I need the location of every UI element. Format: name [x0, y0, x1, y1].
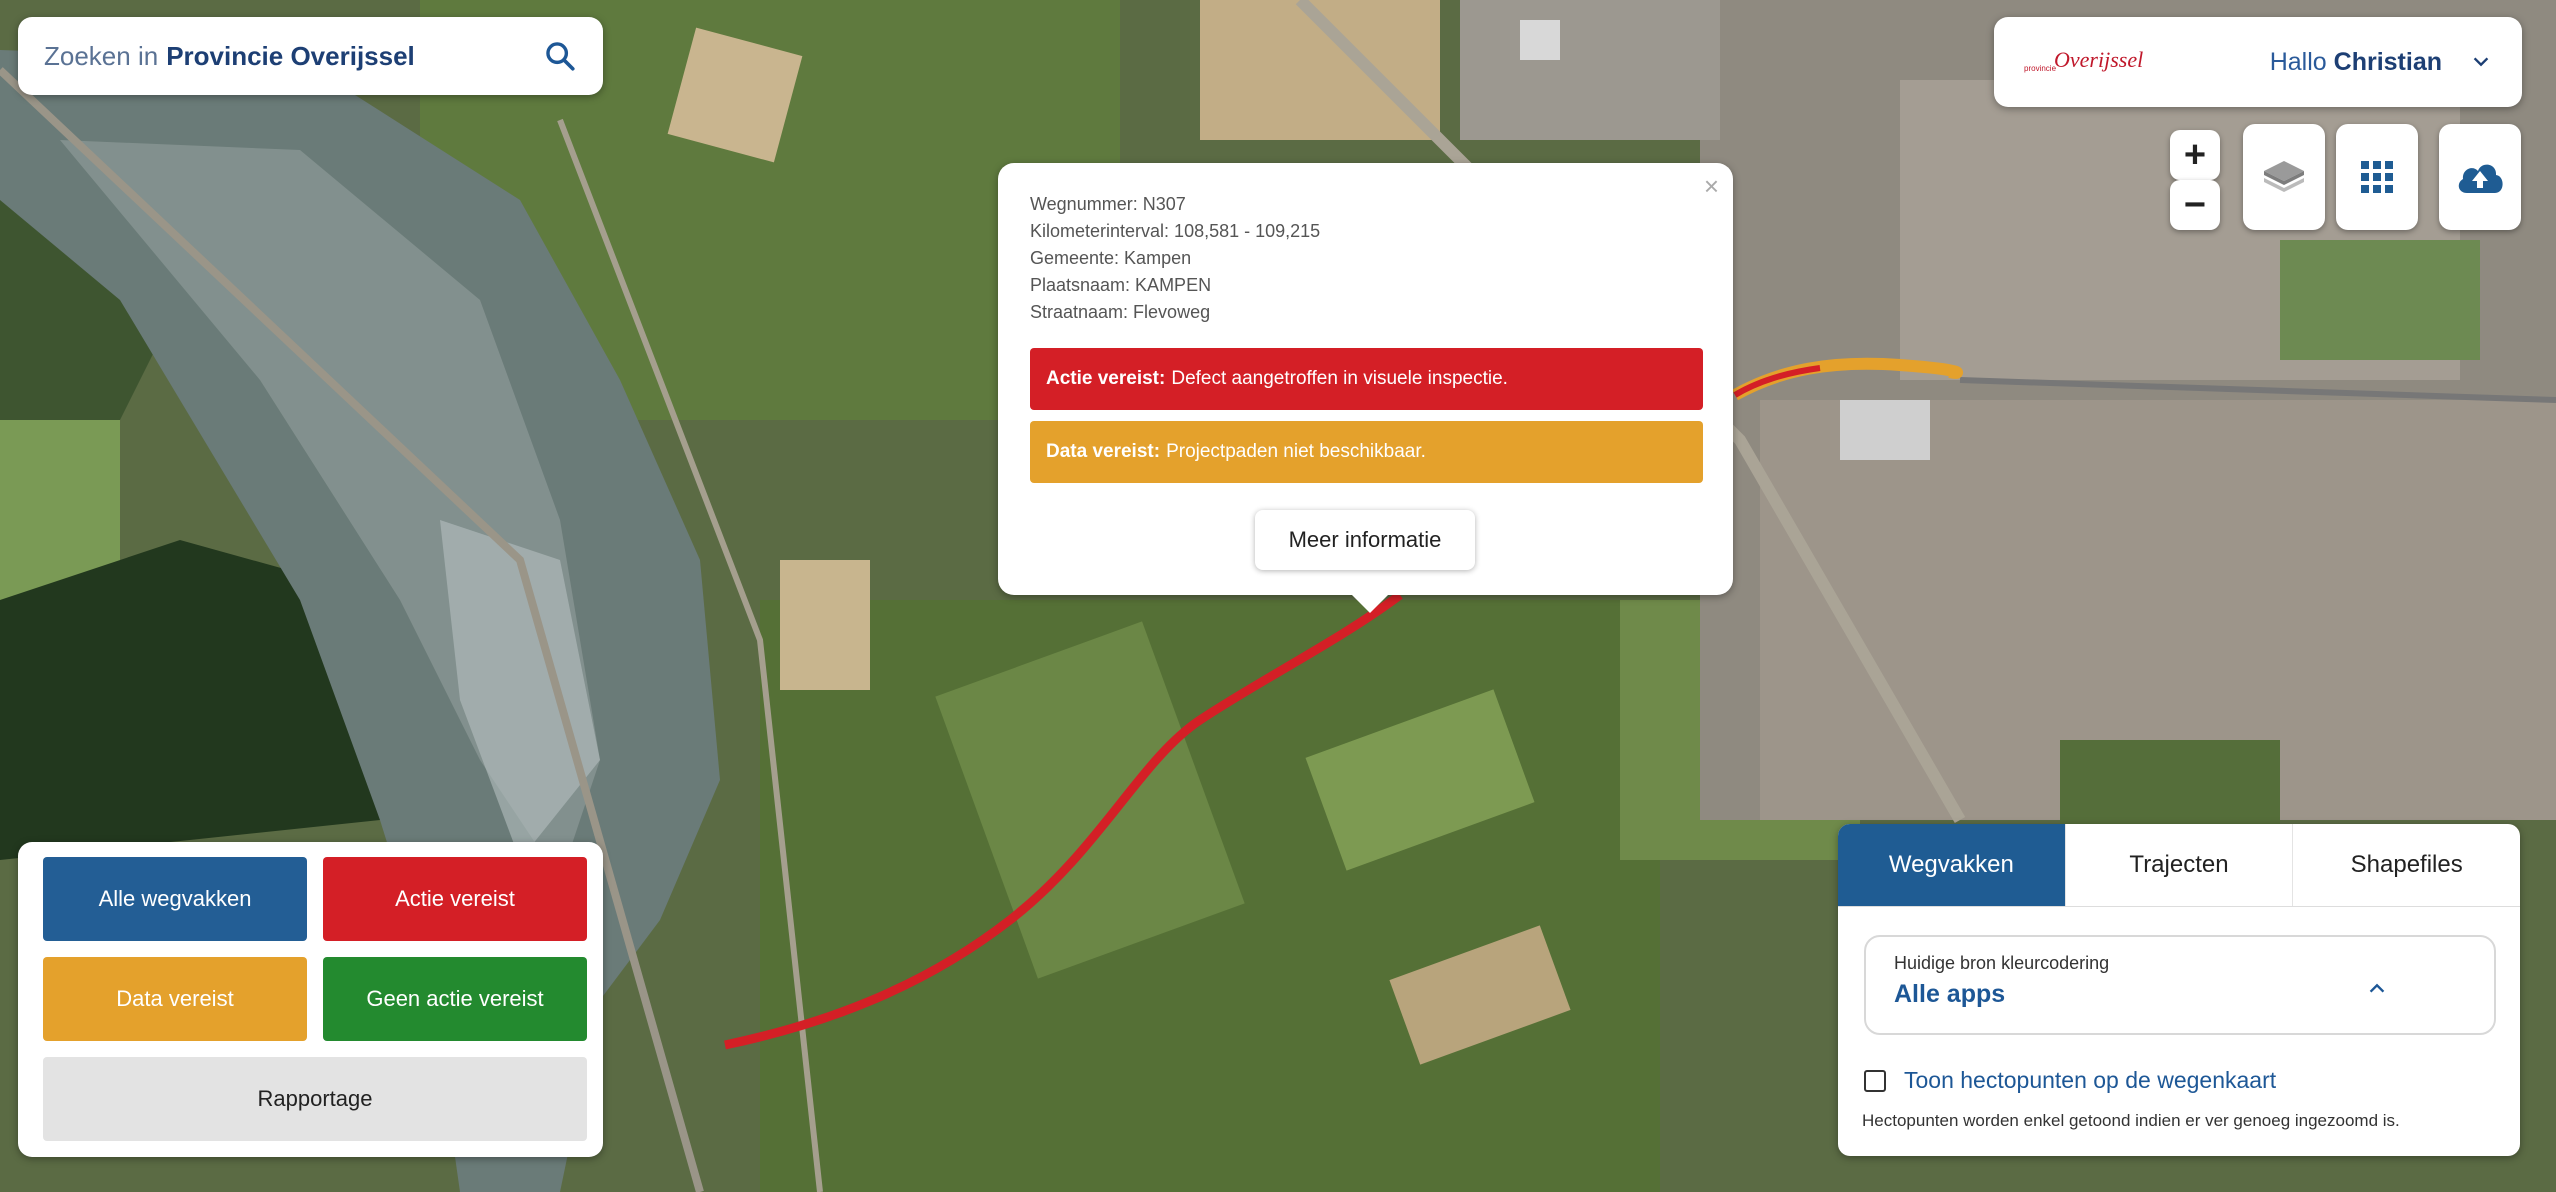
chevron-up-icon[interactable] [2366, 977, 2388, 999]
legend-filter-panel: Alle wegvakken Actie vereist Data vereis… [18, 842, 603, 1157]
tab-wegvakken[interactable]: Wegvakken [1838, 824, 2066, 906]
search-icon[interactable] [543, 39, 577, 73]
hectopoints-checkbox[interactable] [1864, 1069, 1886, 1092]
overijssel-logo: provincie Overijssel [2024, 42, 2149, 82]
layers-button[interactable] [2243, 124, 2325, 230]
apps-grid-icon [2361, 161, 2393, 193]
search-bar[interactable]: Zoeken in Provincie Overijssel [18, 17, 603, 95]
hectopoints-note: Hectopunten worden enkel getoond indien … [1862, 1111, 2400, 1130]
popup-municipality: Gemeente: Kampen [1030, 248, 1192, 268]
alert-data-required: Data vereist: Projectpaden niet beschikb… [1030, 421, 1703, 483]
alert-action-required: Actie vereist: Defect aangetroffen in vi… [1030, 348, 1703, 410]
color-source-select[interactable]: Huidige bron kleurcodering Alle apps [1864, 935, 2496, 1035]
apps-grid-button[interactable] [2336, 124, 2418, 230]
hectopoints-toggle[interactable]: Toon hectopunten op de wegenkaart [1864, 1067, 2276, 1094]
filter-none-button[interactable]: Geen actie vereist [323, 957, 587, 1041]
filter-all-button[interactable]: Alle wegvakken [43, 857, 307, 941]
user-name: Christian [2333, 47, 2442, 76]
cloud-upload-icon [2458, 164, 2503, 193]
hectopoints-label: Toon hectopunten op de wegenkaart [1904, 1067, 2277, 1093]
logo-text: Overijssel [2054, 47, 2144, 72]
tab-shapefiles[interactable]: Shapefiles [2293, 824, 2520, 906]
filter-data-button[interactable]: Data vereist [43, 957, 307, 1041]
upload-button[interactable] [2439, 124, 2521, 230]
popup-street: Straatnaam: Flevoweg [1030, 302, 1211, 322]
zoom-in-button[interactable]: + [2170, 130, 2220, 180]
search-prefix: Zoeken in [44, 40, 159, 71]
report-button[interactable]: Rapportage [43, 1057, 587, 1141]
color-source-label: Huidige bron kleurcodering [1894, 953, 2110, 973]
greeting-word: Hallo [2269, 47, 2327, 76]
layers-icon [2264, 161, 2304, 192]
alert-data-text: Projectpaden niet beschikbaar. [1166, 441, 1426, 462]
tab-trajecten[interactable]: Trajecten [2066, 824, 2294, 906]
user-greeting: Hallo Christian [2270, 48, 2442, 77]
user-menu[interactable]: provincie Overijssel Hallo Christian [1994, 17, 2522, 107]
alert-data-title: Data vereist: [1046, 441, 1161, 462]
popup-pointer [1348, 591, 1392, 613]
search-scope: Provincie Overijssel [166, 40, 415, 71]
more-info-button[interactable]: Meer informatie [1255, 510, 1475, 570]
alert-action-text: Defect aangetroffen in visuele inspectie… [1171, 368, 1508, 389]
road-info-popup: × Wegnummer: N307 Kilometerinterval: 108… [998, 163, 1733, 613]
zoom-out-button[interactable]: − [2170, 180, 2220, 230]
popup-road-number: Wegnummer: N307 [1030, 194, 1186, 214]
road-sections-panel: Wegvakken Trajecten Shapefiles Huidige b… [1838, 824, 2520, 1156]
close-icon[interactable]: × [1704, 171, 1719, 202]
filter-action-button[interactable]: Actie vereist [323, 857, 587, 941]
alert-action-title: Actie vereist: [1046, 368, 1166, 389]
popup-km-interval: Kilometerinterval: 108,581 - 109,215 [1030, 221, 1321, 241]
logo-small-text: provincie [2024, 64, 2057, 73]
panel-tabs: Wegvakken Trajecten Shapefiles [1838, 824, 2520, 907]
chevron-down-icon[interactable] [2470, 51, 2492, 73]
popup-place: Plaatsnaam: KAMPEN [1030, 275, 1212, 295]
